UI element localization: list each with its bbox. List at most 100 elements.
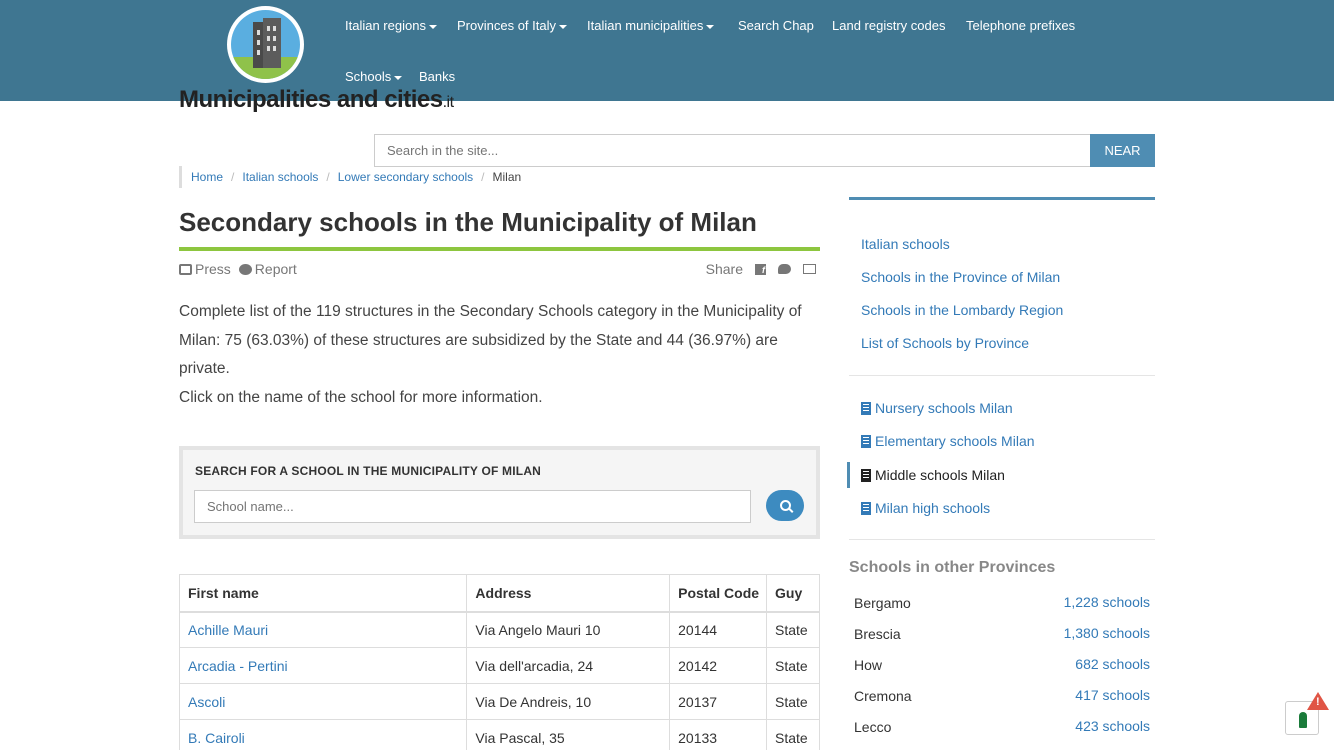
nav-italian-regions[interactable]: Italian regions (345, 18, 437, 33)
table-row: Arcadia - Pertini Via dell'arcadia, 24 2… (178, 647, 820, 684)
report-button[interactable]: Report (238, 261, 297, 277)
province-count-link[interactable]: 423 schools (1075, 718, 1150, 734)
sidebar-middle-schools[interactable]: Middle schools Milan (861, 467, 1005, 483)
breadcrumb-italian-schools[interactable]: Italian schools (242, 170, 318, 184)
sidebar-link-province-milan[interactable]: Schools in the Province of Milan (861, 269, 1060, 285)
caret-down-icon (559, 24, 567, 29)
school-name-cell: Ascoli (178, 683, 468, 720)
province-row: Lecco 423 schools (849, 711, 1155, 742)
sidebar-top-rule (849, 197, 1155, 200)
table-row: Ascoli Via De Andreis, 10 20137 State (178, 683, 820, 720)
sidebar-nursery-schools[interactable]: Nursery schools Milan (861, 400, 1013, 416)
postal-cell: 20144 (669, 611, 767, 648)
sidebar-school-label: Milan high schools (875, 500, 991, 516)
province-row: Cremona 417 schools (849, 680, 1155, 711)
school-link[interactable]: Ascoli (188, 694, 225, 710)
building-icon (861, 434, 871, 448)
province-name: Bergamo (854, 595, 911, 611)
school-name-input[interactable] (194, 490, 751, 523)
breadcrumb-lower-secondary[interactable]: Lower secondary schools (338, 170, 473, 184)
school-name-cell: B. Cairoli (178, 719, 468, 750)
sidebar-school-label: Elementary schools Milan (875, 433, 1035, 449)
province-name: How (854, 657, 883, 673)
report-label: Report (254, 261, 297, 277)
intro-instruction: Click on the name of the school for more… (179, 388, 543, 406)
press-button[interactable]: Press (179, 261, 231, 277)
facebook-icon[interactable]: f (755, 263, 766, 275)
school-search-button[interactable] (766, 490, 804, 521)
province-row: Brescia 1,380 schools (849, 618, 1155, 649)
col-guy[interactable]: Guy (766, 574, 820, 613)
warning-mark: ! (1316, 696, 1320, 708)
search-icon (779, 500, 791, 511)
table-header-row: First name Address Postal Code Guy (178, 574, 820, 613)
col-first-name[interactable]: First name (178, 574, 468, 613)
province-name: Lecco (854, 719, 892, 735)
site-search-input[interactable] (374, 134, 1091, 167)
type-cell: State (766, 719, 820, 750)
intro-text: Complete list of the 119 structures in t… (179, 298, 824, 412)
postal-cell: 20137 (669, 683, 767, 720)
sidebar-school-label: Middle schools Milan (875, 467, 1005, 483)
title-underline (179, 247, 820, 251)
other-provinces-title: Schools in other Provinces (849, 559, 1056, 576)
sidebar-link-lombardy[interactable]: Schools in the Lombardy Region (861, 302, 1063, 318)
envelope-icon[interactable] (803, 264, 816, 274)
school-link[interactable]: Arcadia - Pertini (188, 658, 288, 674)
table-row: B. Cairoli Via Pascal, 35 20133 State (178, 719, 820, 750)
type-cell: State (766, 683, 820, 720)
nav-label: Provinces of Italy (457, 18, 556, 33)
sidebar-high-schools[interactable]: Milan high schools (861, 500, 990, 516)
school-search-title: SEARCH FOR A SCHOOL IN THE MUNICIPALITY … (195, 464, 542, 478)
breadcrumb-home[interactable]: Home (191, 170, 223, 184)
site-logo[interactable] (227, 6, 304, 83)
nav-provinces-of-italy[interactable]: Provinces of Italy (457, 18, 567, 33)
school-name-cell: Arcadia - Pertini (178, 647, 468, 684)
accessibility-person-icon (1299, 712, 1307, 728)
province-count-link[interactable]: 1,380 schools (1064, 625, 1150, 641)
province-count-link[interactable]: 682 schools (1075, 656, 1150, 672)
province-count-link[interactable]: 417 schools (1075, 687, 1150, 703)
comment-icon (238, 263, 252, 275)
sidebar-school-label: Nursery schools Milan (875, 400, 1013, 416)
sidebar-link-italian-schools[interactable]: Italian schools (861, 236, 950, 252)
school-search-panel: SEARCH FOR A SCHOOL IN THE MUNICIPALITY … (179, 446, 820, 539)
breadcrumb-separator: / (481, 170, 485, 184)
sidebar-link-by-province[interactable]: List of Schools by Province (861, 335, 1029, 351)
nav-banks[interactable]: Banks (419, 69, 455, 84)
nav-telephone-prefixes[interactable]: Telephone prefixes (966, 18, 1075, 33)
print-icon (179, 263, 192, 275)
site-title[interactable]: Municipalities and cities.it (179, 86, 454, 114)
breadcrumb-separator: / (231, 170, 235, 184)
col-postal-code[interactable]: Postal Code (669, 574, 767, 613)
address-cell: Via Pascal, 35 (466, 719, 671, 750)
nav-search-chap[interactable]: Search Chap (738, 18, 814, 33)
schools-table: First name Address Postal Code Guy Achil… (178, 574, 820, 750)
address-cell: Via dell'arcadia, 24 (466, 647, 671, 684)
nav-label: Schools (345, 69, 392, 84)
type-cell: State (766, 611, 820, 648)
active-indicator (847, 462, 850, 488)
nav-land-registry-codes[interactable]: Land registry codes (832, 18, 945, 33)
col-address[interactable]: Address (466, 574, 671, 613)
sidebar-divider (849, 375, 1155, 376)
school-name-cell: Achille Mauri (178, 611, 468, 648)
province-count-link[interactable]: 1,228 schools (1064, 594, 1150, 610)
twitter-icon[interactable] (778, 264, 791, 274)
type-cell: State (766, 647, 820, 684)
sidebar-elementary-schools[interactable]: Elementary schools Milan (861, 433, 1035, 449)
nav-italian-municipalities[interactable]: Italian municipalities (587, 18, 715, 33)
building-logo-icon (231, 10, 300, 79)
building-icon (861, 501, 871, 515)
postal-cell: 20133 (669, 719, 767, 750)
caret-down-icon (428, 24, 437, 29)
page-tools: Press Report Share f (179, 261, 820, 279)
site-search-button[interactable]: NEAR (1090, 134, 1155, 167)
nav-schools[interactable]: Schools (345, 69, 403, 84)
school-link[interactable]: B. Cairoli (188, 730, 245, 746)
breadcrumb-separator: / (326, 170, 330, 184)
breadcrumb: Home / Italian schools / Lower secondary… (179, 166, 521, 188)
school-link[interactable]: Achille Mauri (188, 622, 268, 638)
province-name: Cremona (854, 688, 912, 704)
province-name: Brescia (854, 626, 901, 642)
